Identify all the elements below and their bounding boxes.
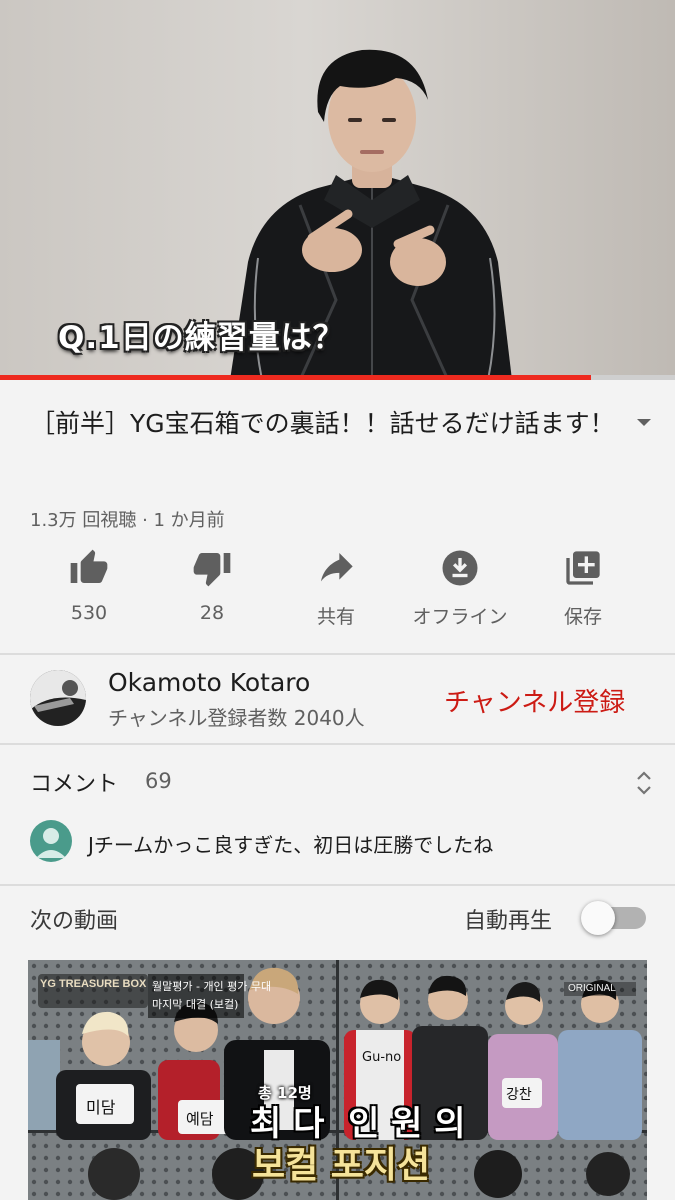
up-next-heading: 次の動画 [30,909,119,934]
autoplay-label: 自動再生 [464,909,553,934]
channel-avatar-image [30,670,86,726]
video-title: ［前半］YG宝石箱での裏話！！話せるだけ話ます！ [30,409,615,438]
chevron-down-icon[interactable] [634,415,654,429]
save-label: 保存 [563,606,602,628]
comments-heading[interactable]: コメント [30,766,118,798]
name-tag-2: 예담 [186,1110,214,1128]
name-tag-1: 미담 [86,1098,116,1117]
save-button[interactable]: 保存 [523,548,643,629]
video-caption: Q.1日の練習量は？ [58,320,345,356]
next-video-thumbnail[interactable]: YG TREASURE BOX ORIGINAL 월말평가 - 개인 평가 무대… [28,960,647,1200]
thumbnail-subtitle-line2: 보컬 포지션 [252,1145,431,1186]
divider [0,653,675,655]
dislike-count: 28 [199,602,225,624]
download-icon [442,550,478,586]
comments-count: 69 [145,769,172,793]
thumbs-up-icon [70,549,108,583]
divider [0,743,675,745]
subscriber-count: チャンネル登録者数 2040人 [108,706,365,730]
thumbnail-logo: YG TREASURE BOX [40,978,147,990]
name-tag-4: 강찬 [506,1087,532,1103]
like-button[interactable]: 530 [29,548,149,624]
offline-button[interactable]: オフライン [400,548,520,629]
top-comment-text[interactable]: Jチームかっこ良すぎた、初日は圧勝でしたね [88,829,493,858]
name-tag-3: Gu-no [362,1050,402,1065]
unfold-icon[interactable] [634,768,654,798]
thumbnail-line-1: 월말평가 - 개인 평가 무대 [152,980,272,993]
autoplay-toggle-knob[interactable] [581,901,615,935]
video-player[interactable]: Q.1日の練習量は？ [0,0,675,380]
channel-avatar[interactable] [30,670,86,726]
channel-name[interactable]: Okamoto Kotaro [108,668,310,697]
thumbs-down-icon [193,553,231,587]
like-count: 530 [70,602,108,624]
thumbnail-badge: ORIGINAL [568,983,616,994]
offline-label: オフライン [412,606,508,628]
share-icon [321,553,353,582]
thumbnail-line-2: 마지막 대결 (보컬) [152,998,239,1011]
person-icon [36,828,66,858]
dislike-button[interactable]: 28 [152,548,272,624]
share-button[interactable]: 共有 [276,548,396,629]
action-bar: 530 28 共有 オフライン 保存 [0,548,675,638]
subscribe-button[interactable]: チャンネル登録 [444,682,625,719]
divider [0,884,675,886]
video-meta: 1.3万 回視聴 · 1 か月前 [30,510,225,531]
playlist-add-icon [566,551,600,585]
commenter-avatar [30,820,72,862]
share-label: 共有 [316,606,355,628]
progress-fill [0,375,592,380]
